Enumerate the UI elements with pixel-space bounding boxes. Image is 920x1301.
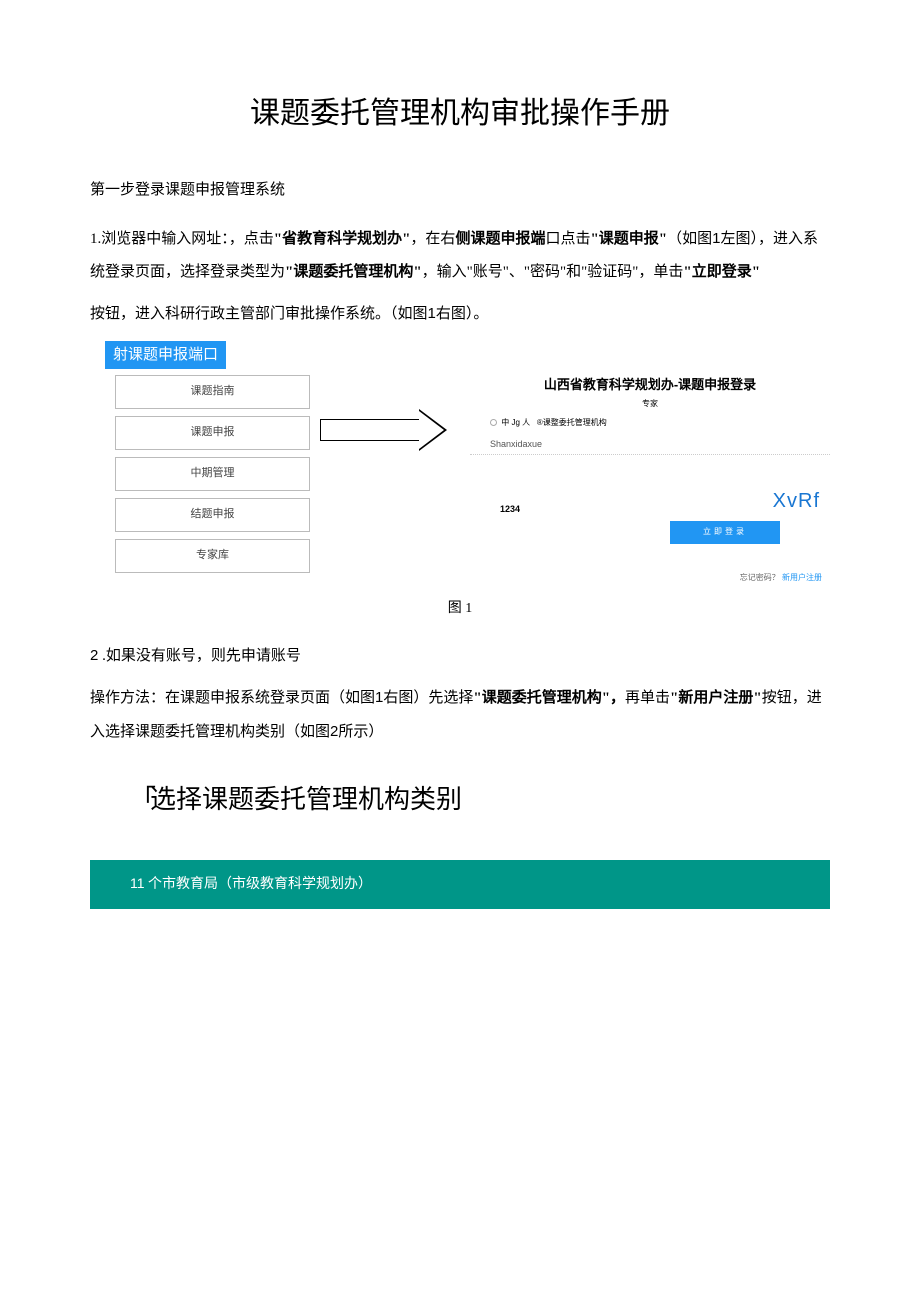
- p1-d: 侧课题申报端: [455, 231, 545, 247]
- login-button[interactable]: 立即登录: [670, 521, 780, 544]
- sub-heading-text: 选择课题委托管理机构类别: [150, 785, 462, 814]
- radio-label-person[interactable]: 中 Jg 人: [501, 418, 530, 427]
- p1-c: ，在右: [410, 231, 455, 247]
- p3-b: .如果没有账号，则先申请账号: [98, 648, 301, 664]
- menu-item-expert[interactable]: 专家库: [115, 539, 310, 573]
- paragraph-3: 2 .如果没有账号，则先申请账号: [90, 639, 830, 673]
- p4-c: 右图）先选择: [383, 690, 473, 706]
- login-subtitle: 专家: [470, 398, 830, 411]
- p4-i: 所示）: [338, 724, 383, 740]
- page-title: 课题委托管理机构审批操作手册: [90, 90, 830, 138]
- menu-item-close[interactable]: 结题申报: [115, 498, 310, 532]
- p1-l: "立即登录": [683, 264, 760, 280]
- p1-b: "省教育科学规划办": [274, 231, 411, 247]
- login-panel: 山西省教育科学规划办-课题申报登录 专家 中 Jg 人 ®课整委托管理机构 Sh…: [460, 375, 830, 584]
- p2-b: 1: [428, 305, 436, 322]
- forgot-row: 忘记密码？ 新用户注册: [470, 572, 830, 585]
- category-bar[interactable]: 11 个市教育局（市级教育科学规划办）: [90, 860, 830, 908]
- p4-d: "课题委托管理机构"，: [473, 690, 625, 706]
- captcha-image: XvRf: [773, 485, 830, 517]
- paragraph-4: 操作方法：在课题申报系统登录页面（如图1右图）先选择"课题委托管理机构"，再单击…: [90, 681, 830, 749]
- forgot-password-link[interactable]: 忘记密码？: [740, 573, 780, 582]
- p1-e: 口点击: [545, 231, 590, 247]
- arrow-icon: [320, 405, 450, 455]
- p4-f: "新用户注册": [670, 690, 762, 706]
- menu-column: 课题指南 课题申报 中期管理 结题申报 专家库: [115, 375, 310, 580]
- menu-item-midterm[interactable]: 中期管理: [115, 457, 310, 491]
- username-input[interactable]: Shanxidaxue: [470, 435, 830, 454]
- p4-a: 操作方法：在课题申报系统登录页面（如图: [90, 690, 375, 706]
- menu-item-guide[interactable]: 课题指南: [115, 375, 310, 409]
- p2-c: 右图）。: [436, 306, 489, 322]
- p1-a: 1.浏览器中输入网址：，点击: [90, 231, 274, 247]
- teal-num: 11: [130, 875, 145, 891]
- register-link[interactable]: 新用户注册: [782, 573, 822, 582]
- step1-heading: 第一步登录课题申报管理系统: [90, 178, 830, 202]
- p2-a: 按钮，进入科研行政主管部门审批操作系统。（如图: [90, 306, 428, 322]
- menu-item-apply[interactable]: 课题申报: [115, 416, 310, 450]
- login-title: 山西省教育科学规划办-课题申报登录: [470, 375, 830, 396]
- radio-label-org[interactable]: ®课整委托管理机构: [537, 418, 607, 427]
- port-label: 射课题申报端口: [105, 341, 226, 369]
- login-type-row: 中 Jg 人 ®课整委托管理机构: [470, 417, 830, 430]
- paragraph-1: 1.浏览器中输入网址：，点击"省教育科学规划办"，在右侧课题申报端口点击"课题申…: [90, 222, 830, 289]
- paragraph-2: 按钮，进入科研行政主管部门审批操作系统。（如图1右图）。: [90, 297, 830, 331]
- p1-j: "课题委托管理机构": [285, 264, 422, 280]
- p1-k: ，输入"账号"、"密码"和"验证码"，单击: [422, 264, 684, 280]
- p4-e: 再单击: [625, 690, 670, 706]
- figure-1: 射课题申报端口 课题指南 课题申报 中期管理 结题申报 专家库 山西省教育科学规…: [90, 341, 830, 621]
- select-category-heading: 「选择课题委托管理机构类别: [130, 779, 830, 821]
- captcha-input[interactable]: 1234: [470, 502, 520, 516]
- radio-icon[interactable]: [490, 419, 497, 426]
- figure-1-caption: 图 1: [90, 598, 830, 620]
- teal-text: 个市教育局（市级教育科学规划办）: [145, 877, 373, 892]
- p1-g: （如图: [667, 231, 712, 247]
- p1-f: "课题申报": [590, 231, 667, 247]
